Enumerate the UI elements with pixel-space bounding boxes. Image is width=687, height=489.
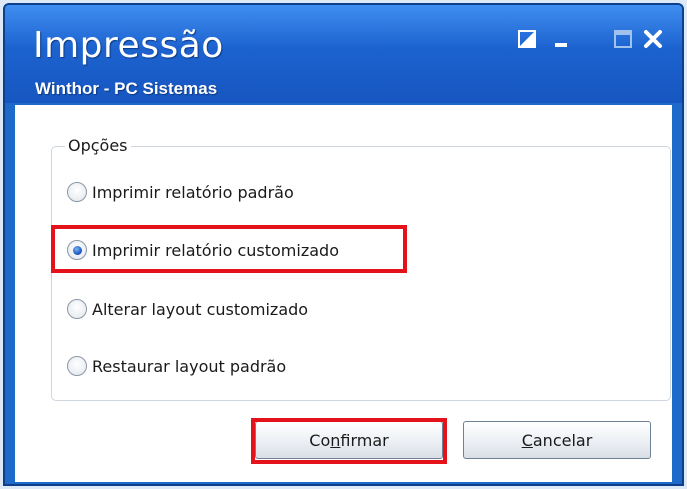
confirm-label-post: firmar [340, 430, 389, 450]
radio-dot-icon [72, 245, 82, 255]
minimize-icon[interactable] [547, 25, 575, 53]
option-label: Alterar layout customizado [92, 299, 309, 319]
maximize-icon[interactable] [609, 25, 637, 53]
radio-button[interactable] [67, 182, 87, 202]
option-change-custom-layout[interactable]: Alterar layout customizado [67, 298, 308, 320]
dialog-window: Impressão Winthor - PC Sistemas Opções I… [3, 3, 684, 486]
cancel-button[interactable]: Cancelar [463, 421, 651, 459]
window-title: Impressão [33, 25, 224, 66]
window-subtitle: Winthor - PC Sistemas [35, 79, 218, 98]
confirm-button[interactable]: Co n firmar [255, 421, 443, 459]
radio-button[interactable] [67, 299, 87, 319]
title-bar[interactable]: Impressão Winthor - PC Sistemas [5, 5, 682, 103]
option-label: Imprimir relatório padrão [92, 182, 294, 202]
cancel-label-post: ancelar [532, 430, 593, 450]
confirm-label-pre: Co [309, 430, 331, 450]
restore-icon[interactable] [513, 25, 541, 53]
option-label: Imprimir relatório customizado [92, 240, 339, 260]
cancel-mnemonic: C [521, 430, 533, 450]
dialog-content: Opções Imprimir relatório padrão Imprimi… [15, 105, 672, 482]
options-group-title: Opções [65, 136, 131, 155]
radio-button-selected[interactable] [67, 240, 87, 260]
radio-button[interactable] [67, 356, 87, 376]
confirm-mnemonic: n [330, 430, 341, 450]
option-print-custom-report[interactable]: Imprimir relatório customizado [67, 239, 339, 261]
option-print-standard-report[interactable]: Imprimir relatório padrão [67, 181, 294, 203]
option-restore-standard-layout[interactable]: Restaurar layout padrão [67, 355, 286, 377]
option-label: Restaurar layout padrão [92, 356, 287, 376]
close-icon[interactable] [639, 25, 667, 53]
